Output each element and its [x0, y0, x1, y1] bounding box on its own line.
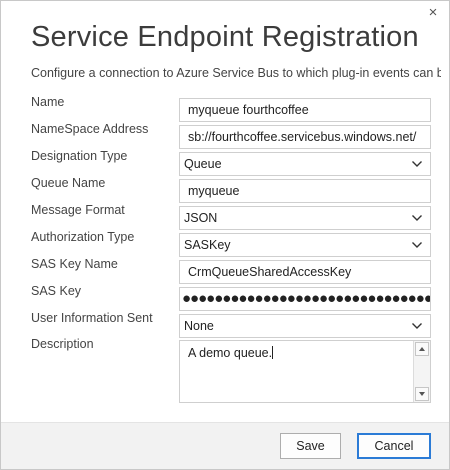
queue-name-label: Queue Name	[31, 176, 106, 190]
text-caret	[272, 346, 274, 359]
queue-name-input[interactable]: myqueue	[179, 179, 431, 203]
description-label: Description	[31, 337, 94, 351]
namespace-address-label: NameSpace Address	[31, 122, 149, 136]
name-label: Name	[31, 95, 65, 109]
sas-key-name-input[interactable]: CrmQueueSharedAccessKey	[179, 260, 431, 284]
dialog-title: Service Endpoint Registration	[31, 21, 419, 53]
dialog-footer: Save Cancel	[1, 422, 449, 469]
user-information-sent-select[interactable]: None	[179, 314, 431, 338]
authorization-type-label: Authorization Type	[31, 230, 135, 244]
namespace-address-input[interactable]: sb://fourthcoffee.servicebus.windows.net…	[179, 125, 431, 149]
description-textarea[interactable]: A demo queue.	[179, 340, 431, 403]
row-namespace: NameSpace Address sb://fourthcoffee.serv…	[1, 122, 449, 149]
save-button[interactable]: Save	[280, 433, 341, 459]
dialog-subtitle: Configure a connection to Azure Service …	[31, 66, 441, 80]
description-scrollbar[interactable]	[413, 341, 430, 402]
row-sas-key-name: SAS Key Name CrmQueueSharedAccessKey	[1, 257, 449, 284]
message-format-select[interactable]: JSON	[179, 206, 431, 230]
cancel-button[interactable]: Cancel	[357, 433, 431, 459]
scroll-up-button[interactable]	[415, 342, 429, 356]
close-icon[interactable]: ×	[425, 5, 441, 21]
triangle-down-icon	[419, 392, 425, 396]
chevron-down-icon	[412, 215, 422, 221]
authorization-type-select[interactable]: SASKey	[179, 233, 431, 257]
sas-key-label: SAS Key	[31, 284, 82, 298]
message-format-value: JSON	[184, 211, 218, 225]
row-designation: Designation Type Queue	[1, 149, 449, 176]
designation-type-value: Queue	[184, 157, 222, 171]
user-information-sent-label: User Information Sent	[31, 311, 153, 325]
row-sas-key: SAS Key ●●●●●●●●●●●●●●●●●●●●●●●●●●●●●●●●…	[1, 284, 449, 311]
row-name: Name myqueue fourthcoffee	[1, 95, 449, 122]
user-information-sent-value: None	[184, 319, 214, 333]
name-input[interactable]: myqueue fourthcoffee	[179, 98, 431, 122]
description-text: A demo queue.	[188, 346, 273, 360]
designation-type-select[interactable]: Queue	[179, 152, 431, 176]
authorization-type-value: SASKey	[184, 238, 231, 252]
row-message-format: Message Format JSON	[1, 203, 449, 230]
row-description: Description A demo queue.	[1, 337, 449, 403]
triangle-up-icon	[419, 347, 425, 351]
message-format-label: Message Format	[31, 203, 125, 217]
service-endpoint-dialog: × Service Endpoint Registration Configur…	[0, 0, 450, 470]
row-queue-name: Queue Name myqueue	[1, 176, 449, 203]
sas-key-password-input[interactable]: ●●●●●●●●●●●●●●●●●●●●●●●●●●●●●●●●●●●●●●●●	[179, 287, 431, 311]
row-user-info: User Information Sent None	[1, 311, 449, 338]
chevron-down-icon	[412, 242, 422, 248]
chevron-down-icon	[412, 323, 422, 329]
scroll-down-button[interactable]	[415, 387, 429, 401]
sas-key-name-label: SAS Key Name	[31, 257, 118, 271]
designation-type-label: Designation Type	[31, 149, 128, 163]
row-authorization: Authorization Type SASKey	[1, 230, 449, 257]
chevron-down-icon	[412, 161, 422, 167]
